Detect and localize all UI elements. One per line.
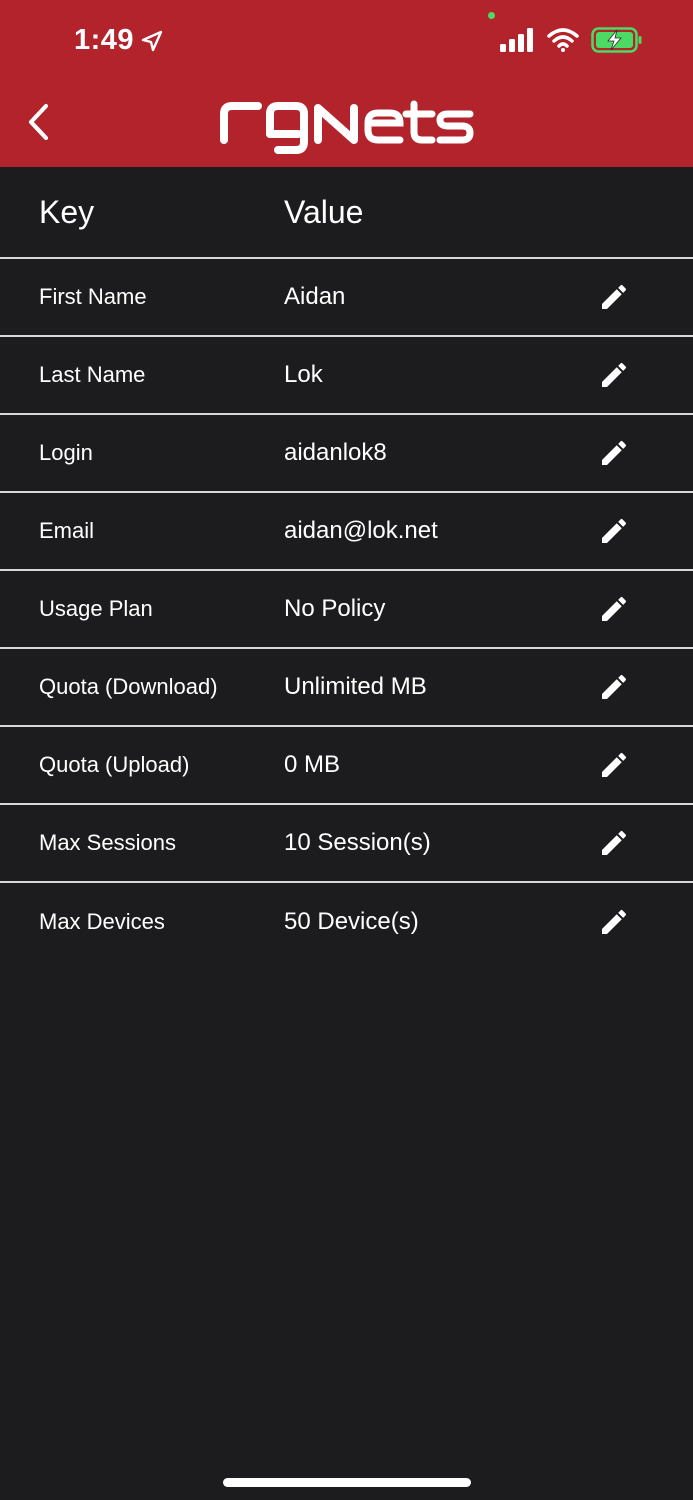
pencil-icon (602, 518, 627, 543)
edit-last-name-button[interactable] (596, 357, 632, 393)
cellular-signal-icon (500, 28, 533, 52)
edit-max-devices-button[interactable] (596, 904, 632, 940)
row-key: Email (39, 518, 95, 543)
row-login: Login aidanlok8 (0, 415, 693, 493)
edit-first-name-button[interactable] (596, 279, 632, 315)
row-usage-plan: Usage Plan No Policy (0, 571, 693, 649)
back-button[interactable] (18, 100, 58, 144)
wifi-icon (547, 28, 579, 52)
app-header: 1:49 (0, 0, 693, 167)
row-max-sessions: Max Sessions 10 Session(s) (0, 805, 693, 883)
row-email: Email aidan@lok.net (0, 493, 693, 571)
row-value: No Policy (284, 595, 386, 622)
row-quota-download: Quota (Download) Unlimited MB (0, 649, 693, 727)
row-value: aidan@lok.net (284, 517, 438, 544)
row-value: Lok (284, 361, 323, 388)
rgnets-logo (220, 100, 474, 154)
row-key: Max Sessions (39, 830, 176, 855)
row-value: 0 MB (284, 751, 341, 778)
status-time-text: 1:49 (74, 24, 135, 56)
row-first-name: First Name Aidan (0, 259, 693, 337)
pencil-icon (602, 830, 627, 855)
edit-quota-upload-button[interactable] (596, 747, 632, 783)
edit-quota-download-button[interactable] (596, 669, 632, 705)
key-column-header: Key (39, 193, 95, 230)
key-value-list: First Name Aidan Last Name Lok Login aid… (0, 259, 693, 961)
row-quota-upload: Quota (Upload) 0 MB (0, 727, 693, 805)
pencil-icon (602, 440, 627, 465)
row-key: Usage Plan (39, 596, 153, 621)
edit-usage-plan-button[interactable] (596, 591, 632, 627)
row-last-name: Last Name Lok (0, 337, 693, 415)
chevron-left-icon (28, 103, 49, 141)
row-value: aidanlok8 (284, 439, 387, 466)
row-key: Quota (Download) (39, 674, 218, 699)
pencil-icon (602, 284, 627, 309)
status-time: 1:49 (74, 24, 164, 57)
row-max-devices: Max Devices 50 Device(s) (0, 883, 693, 961)
pencil-icon (602, 752, 627, 777)
value-column-header: Value (284, 193, 364, 230)
row-value: 10 Session(s) (284, 829, 431, 856)
battery-charging-icon (591, 27, 642, 53)
row-key: Login (39, 440, 93, 465)
table-header: Key Value (0, 167, 693, 259)
status-icons (499, 27, 643, 53)
row-value: Unlimited MB (284, 673, 427, 700)
edit-max-sessions-button[interactable] (596, 825, 632, 861)
row-key: Max Devices (39, 909, 165, 934)
pencil-icon (602, 362, 627, 387)
pencil-icon (602, 674, 627, 699)
row-value: 50 Device(s) (284, 908, 419, 935)
location-arrow-icon (141, 30, 163, 51)
pencil-icon (602, 909, 627, 934)
row-value: Aidan (284, 283, 346, 310)
edit-login-button[interactable] (596, 435, 632, 471)
row-key: Quota (Upload) (39, 752, 190, 777)
camera-indicator (488, 12, 495, 19)
row-key: First Name (39, 284, 147, 309)
edit-email-button[interactable] (596, 513, 632, 549)
row-key: Last Name (39, 362, 146, 387)
home-indicator[interactable] (223, 1478, 471, 1487)
pencil-icon (602, 596, 627, 621)
